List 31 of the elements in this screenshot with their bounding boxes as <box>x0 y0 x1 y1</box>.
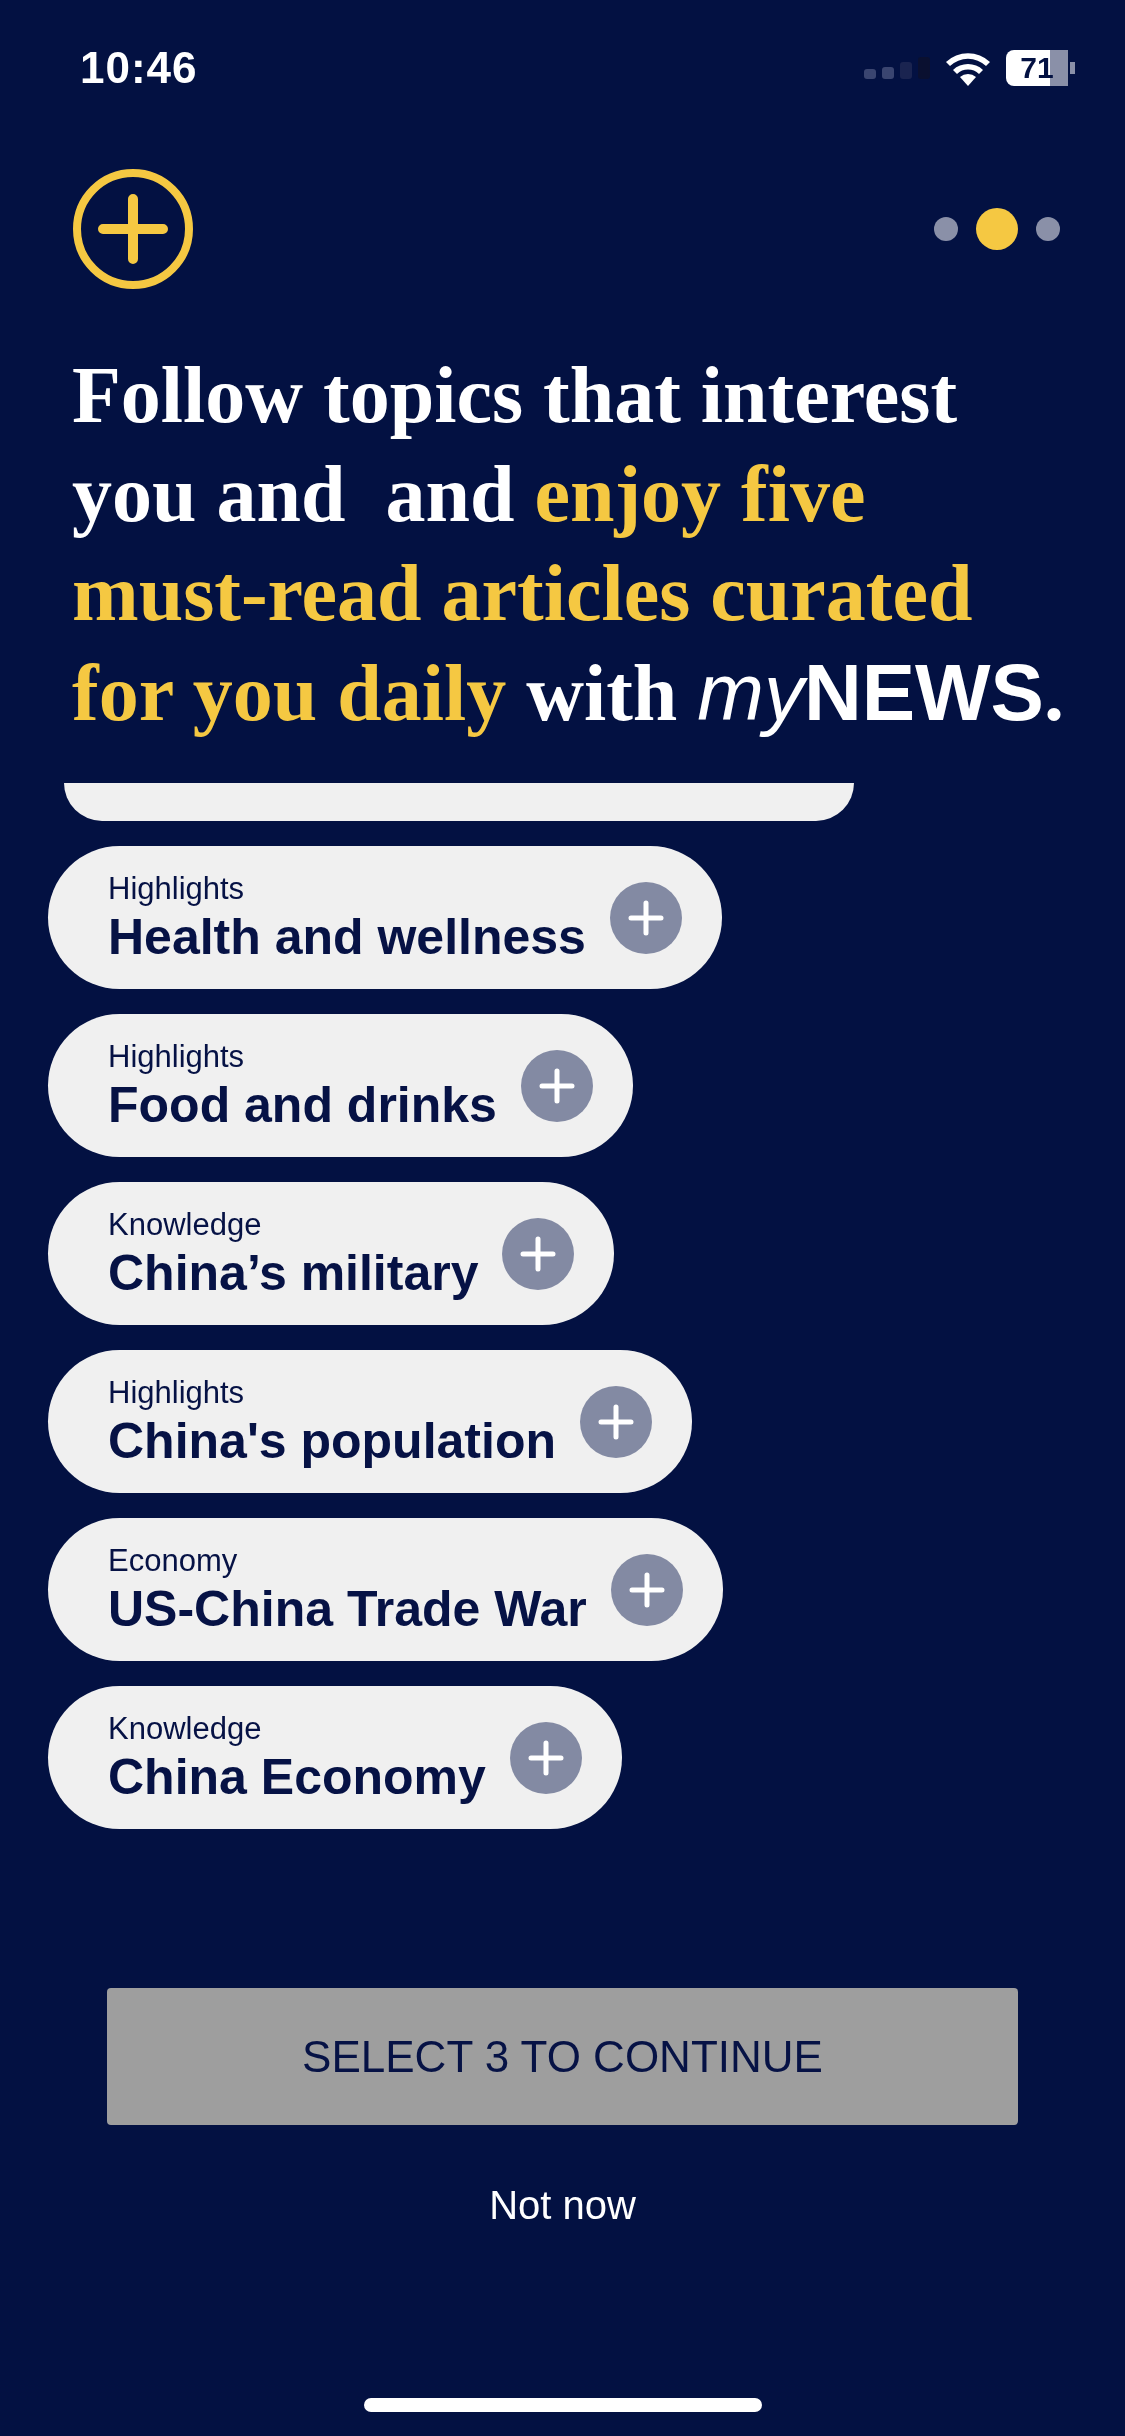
plus-icon <box>538 1067 575 1104</box>
topic-category: Knowledge <box>108 1205 263 1244</box>
topic-category: Highlights <box>108 869 246 908</box>
topic-pill[interactable]: Highlights China's population <box>48 1350 692 1493</box>
plus-icon <box>628 1571 665 1608</box>
topic-category: Economy <box>108 1541 239 1580</box>
topic-category: Highlights <box>108 1373 246 1412</box>
plus-icon <box>520 1235 557 1272</box>
topic-category: Highlights <box>108 1037 246 1076</box>
topic-pill[interactable]: Economy US-China Trade War <box>48 1518 723 1661</box>
topic-title: China’s military <box>108 1243 479 1302</box>
topic-title: China Economy <box>108 1747 486 1806</box>
topic-title: US-China Trade War <box>108 1579 587 1638</box>
plus-icon <box>527 1739 564 1776</box>
wifi-icon <box>944 50 992 86</box>
topic-title: China's population <box>108 1411 556 1470</box>
headline: Follow topics that interest you and and enjoy five must-read articles curated for you daily with myNEWS. <box>72 350 1065 739</box>
plus-icon <box>627 899 664 936</box>
status-time: 10:46 <box>80 43 198 93</box>
plus-icon <box>598 1403 634 1440</box>
topic-pill[interactable]: Knowledge China’s military <box>48 1182 615 1325</box>
battery-level: 71 <box>1006 50 1075 86</box>
topic-pill[interactable]: Highlights Food and drinks <box>48 1014 633 1157</box>
add-icon <box>72 168 194 290</box>
topic-title: Food and drinks <box>108 1075 497 1134</box>
signal-icon <box>864 57 930 79</box>
topic-pill[interactable]: Knowledge China Economy <box>48 1686 622 1829</box>
topic-pill[interactable]: Highlights Health and wellness <box>48 846 722 989</box>
topic-category: Knowledge <box>108 1709 263 1748</box>
not-now-link[interactable]: Not now <box>489 2183 636 2228</box>
topic-title: Health and wellness <box>108 907 586 966</box>
